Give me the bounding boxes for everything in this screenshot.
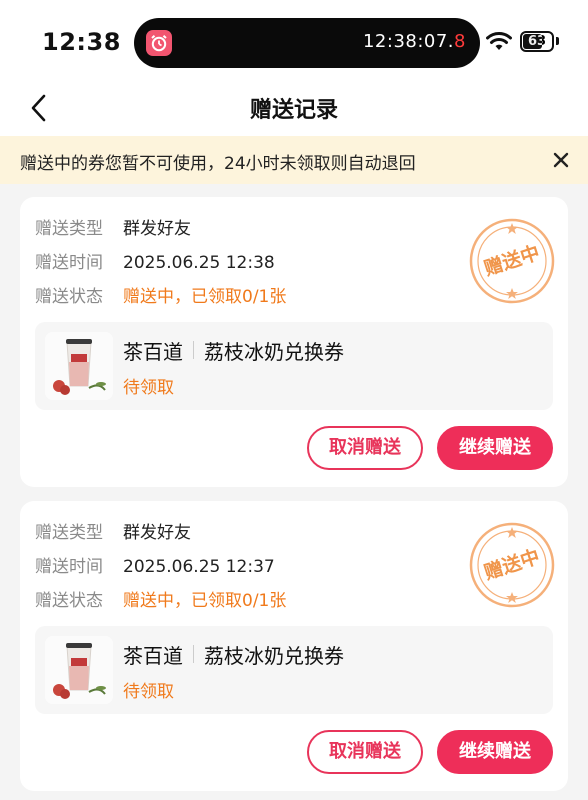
stamp-icon: 赠送中 xyxy=(469,522,555,608)
record-time-value: 2025.06.25 12:38 xyxy=(123,253,275,273)
wifi-icon xyxy=(486,32,512,50)
drink-icon xyxy=(45,332,113,400)
record-time-row: 赠送时间 2025.06.25 12:37 xyxy=(35,552,275,577)
record-status-value: 赠送中，已领取0/1张 xyxy=(123,591,287,611)
close-icon[interactable] xyxy=(550,149,572,171)
drink-icon xyxy=(45,636,113,704)
coupon-item[interactable]: 茶百道 荔枝冰奶兑换券 待领取 xyxy=(35,322,553,410)
coupon-name: 荔枝冰奶兑换券 xyxy=(204,644,344,668)
nav-bar: 赠送记录 xyxy=(0,88,588,136)
battery-indicator: 63 xyxy=(520,31,554,52)
stamp-text: 赠送中 xyxy=(481,545,542,584)
record-card: 赠送类型 群发好友 赠送时间 2025.06.25 12:37 赠送状态 赠送中，已领… xyxy=(20,501,568,791)
record-time-label: 赠送时间 xyxy=(35,557,103,577)
coupon-brand: 茶百道 xyxy=(123,340,183,364)
record-status-label: 赠送状态 xyxy=(35,591,103,611)
coupon-name: 荔枝冰奶兑换券 xyxy=(204,340,344,364)
island-timer: 12:38:07.8 xyxy=(363,31,466,52)
notice-banner: 赠送中的券您暂不可使用，24小时未领取则自动退回 xyxy=(0,136,588,184)
record-status-label: 赠送状态 xyxy=(35,287,103,307)
coupon-item[interactable]: 茶百道 荔枝冰奶兑换券 待领取 xyxy=(35,626,553,714)
coupon-status: 待领取 xyxy=(123,378,174,398)
record-status-value: 赠送中，已领取0/1张 xyxy=(123,287,287,307)
record-type-label: 赠送类型 xyxy=(35,523,103,543)
status-clock: 12:38 xyxy=(42,28,121,56)
stamp-text: 赠送中 xyxy=(481,241,542,280)
status-bar: 12:38 12:38:07.8 63 xyxy=(0,0,588,88)
alarm-icon xyxy=(146,30,172,56)
record-time-label: 赠送时间 xyxy=(35,253,103,273)
record-type-row: 赠送类型 群发好友 xyxy=(35,518,191,543)
record-time-row: 赠送时间 2025.06.25 12:38 xyxy=(35,248,275,273)
stamp-icon: 赠送中 xyxy=(469,218,555,304)
record-type-value: 群发好友 xyxy=(123,523,191,543)
record-time-value: 2025.06.25 12:37 xyxy=(123,557,275,577)
island-timer-main: 12:38:07. xyxy=(362,31,455,52)
coupon-brand: 茶百道 xyxy=(123,644,183,668)
cancel-gift-button[interactable]: 取消赠送 xyxy=(307,426,423,470)
notice-text: 赠送中的券您暂不可使用，24小时未领取则自动退回 xyxy=(20,154,416,174)
coupon-divider xyxy=(193,645,194,663)
island-timer-fraction: 8 xyxy=(454,31,466,52)
cancel-gift-button[interactable]: 取消赠送 xyxy=(307,730,423,774)
continue-gift-button[interactable]: 继续赠送 xyxy=(437,730,553,774)
record-type-row: 赠送类型 群发好友 xyxy=(35,214,191,239)
battery-nub xyxy=(556,37,559,45)
battery-percent: 63 xyxy=(527,34,547,49)
record-status-row: 赠送状态 赠送中，已领取0/1张 xyxy=(35,586,286,611)
coupon-status: 待领取 xyxy=(123,682,174,702)
record-card: 赠送类型 群发好友 赠送时间 2025.06.25 12:38 赠送状态 赠送中，已领… xyxy=(20,197,568,487)
coupon-divider xyxy=(193,341,194,359)
dynamic-island[interactable]: 12:38:07.8 xyxy=(134,18,480,68)
record-status-row: 赠送状态 赠送中，已领取0/1张 xyxy=(35,282,286,307)
continue-gift-button[interactable]: 继续赠送 xyxy=(437,426,553,470)
page-title: 赠送记录 xyxy=(249,98,338,123)
record-type-label: 赠送类型 xyxy=(35,219,103,239)
record-type-value: 群发好友 xyxy=(123,219,191,239)
